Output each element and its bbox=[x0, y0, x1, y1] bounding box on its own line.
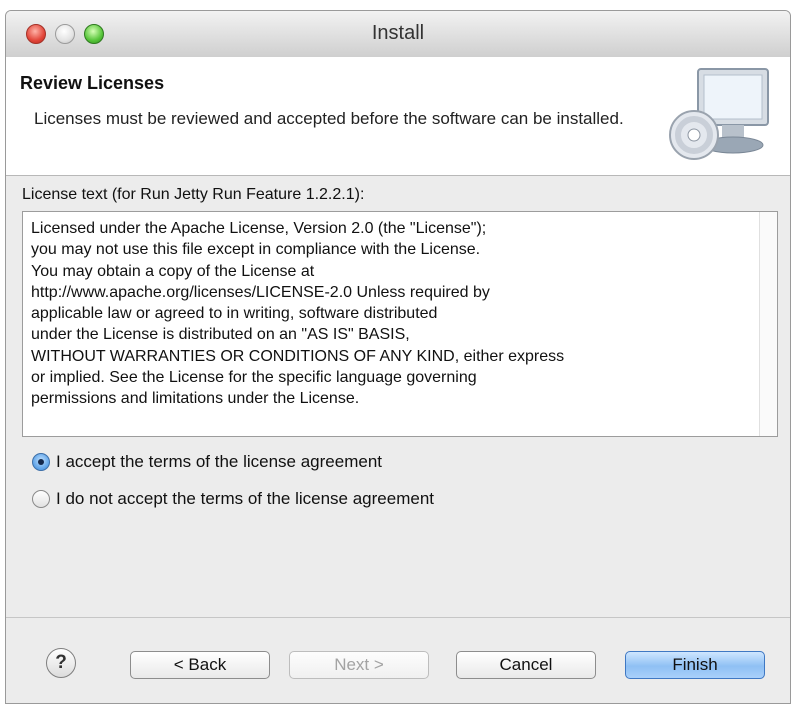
install-dialog: Install Review Licenses Licenses must be… bbox=[5, 10, 791, 704]
cancel-button[interactable]: Cancel bbox=[456, 651, 596, 679]
accept-license-option[interactable]: I accept the terms of the license agreem… bbox=[32, 452, 382, 472]
decline-license-option[interactable]: I do not accept the terms of the license… bbox=[32, 489, 434, 509]
wizard-header: Review Licenses Licenses must be reviewe… bbox=[6, 57, 790, 176]
license-text-area[interactable]: Licensed under the Apache License, Versi… bbox=[22, 211, 778, 437]
title-bar: Install bbox=[6, 11, 790, 58]
help-button[interactable]: ? bbox=[46, 648, 76, 678]
accept-radio-button[interactable] bbox=[32, 453, 50, 471]
accept-radio-label: I accept the terms of the license agreem… bbox=[56, 452, 383, 471]
back-button[interactable]: < Back bbox=[130, 651, 270, 679]
finish-button[interactable]: Finish bbox=[625, 651, 765, 679]
license-text-label: License text (for Run Jetty Run Feature … bbox=[22, 186, 365, 203]
decline-radio-button[interactable] bbox=[32, 490, 50, 508]
footer-divider bbox=[6, 617, 790, 618]
window-title: Install bbox=[371, 22, 425, 44]
next-button[interactable]: Next > bbox=[289, 651, 429, 679]
page-description: Licenses must be reviewed and accepted b… bbox=[34, 109, 624, 128]
install-computer-cd-icon bbox=[669, 68, 769, 160]
license-scrollbar[interactable] bbox=[759, 212, 777, 436]
license-text-content: Licensed under the Apache License, Versi… bbox=[31, 220, 565, 408]
decline-radio-label: I do not accept the terms of the license… bbox=[56, 489, 434, 508]
page-title: Review Licenses bbox=[20, 73, 165, 93]
